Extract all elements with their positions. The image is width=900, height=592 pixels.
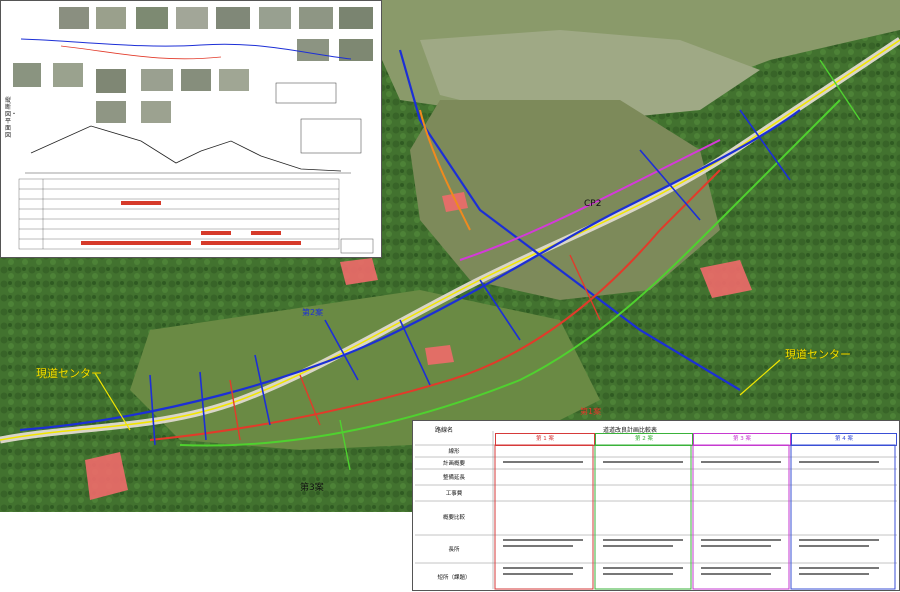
building-highlight-4 [425, 345, 454, 365]
comparison-table-grid [415, 431, 897, 590]
white-margin [0, 512, 412, 591]
existing-road-center-label-left: 現道センター [36, 366, 102, 380]
route-3-label: 第3案 [300, 481, 324, 493]
cp2-label: CP2 [584, 199, 601, 209]
existing-road-center-label-right: 現道センター [785, 347, 851, 361]
profile-table-bars [81, 201, 301, 245]
route-1-label: 第1案 [580, 406, 601, 416]
plan-red-line [60, 45, 222, 60]
route-2-label: 第2案 [302, 307, 323, 317]
comparison-table[interactable]: 路線名 道道改良計画比較表 第 1 案 第 2 案 第 3 案 第 4 案 線形… [412, 420, 900, 591]
profile-curve [30, 125, 342, 172]
plan-profile-drawing [13, 7, 374, 254]
photo-thumbnails [13, 7, 373, 123]
profile-data-table [18, 178, 340, 250]
plan-profile-inset[interactable]: 縦断図・平面図 [0, 0, 382, 258]
vertical-caption: 縦断図・平面図 [5, 97, 18, 139]
